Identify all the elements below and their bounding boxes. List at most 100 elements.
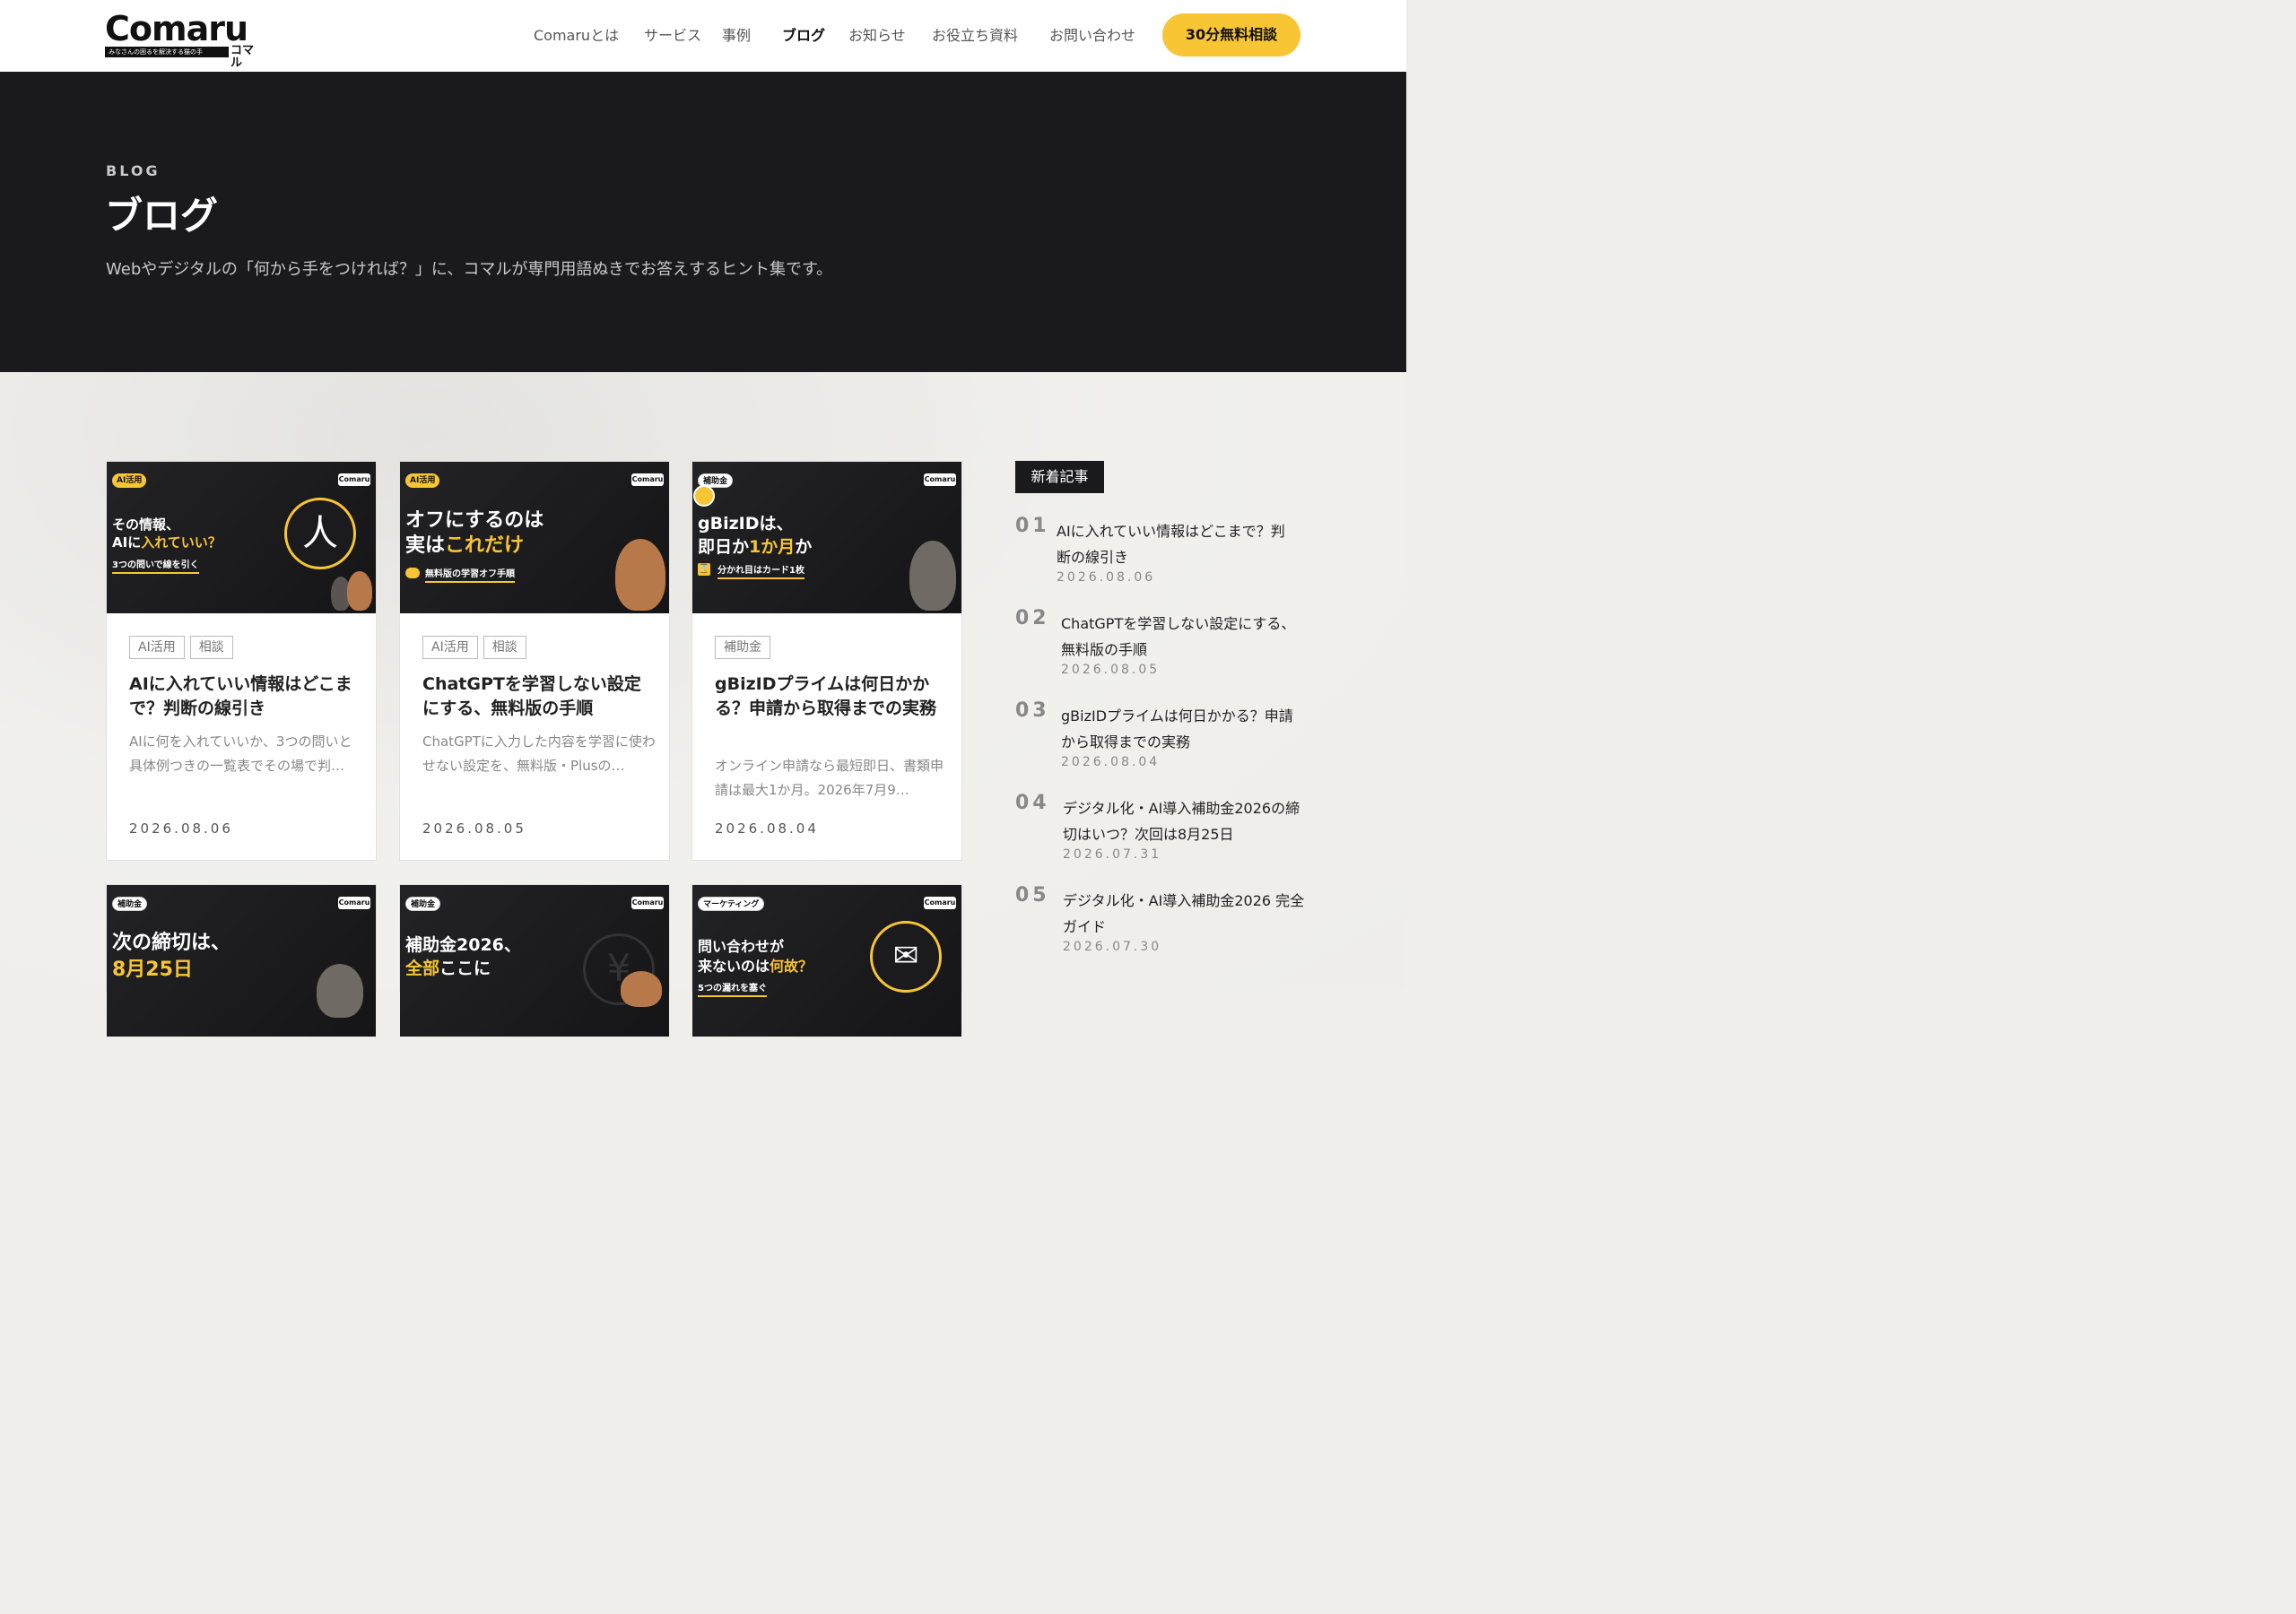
cat-illustration (621, 971, 662, 1007)
recent-post-date: 2026.08.04 (1061, 755, 1161, 769)
recent-post-number: 04 (1015, 792, 1050, 814)
post-card[interactable]: 補助金 Comaru 次の締切は、 8月25日 (106, 884, 377, 1037)
post-thumbnail[interactable]: 補助金 Comaru 次の締切は、 8月25日 (107, 885, 376, 1037)
thumb-category-badge: AI活用 (112, 473, 147, 488)
thumb-logo: Comaru (338, 897, 370, 909)
thumb-line-1: gBizIDは、 (698, 514, 794, 534)
post-tag[interactable]: 相談 (189, 636, 233, 659)
thumb-line-2a: 来ないのは (698, 958, 770, 975)
post-tag[interactable]: AI活用 (422, 636, 478, 659)
recent-post-date: 2026.08.06 (1057, 570, 1156, 585)
toggle-icon (405, 568, 420, 578)
recent-post-number: 01 (1015, 515, 1050, 537)
thumb-headline: オフにするのは 実はこれだけ (405, 508, 544, 559)
thumb-headline: 次の締切は、 8月25日 (112, 930, 230, 984)
thumb-subtitle: 分かれ目はカード1枚 (718, 562, 804, 579)
logo-kana: コマル (230, 44, 255, 70)
sidebar-heading: 新着記事 (1015, 461, 1104, 493)
thumb-headline: その情報、 AIに入れていい？ (112, 516, 222, 551)
recent-post-number: 05 (1015, 884, 1050, 907)
recent-post-item[interactable]: 05 デジタル化・AI導入補助金2026 完全ガイド 2026.07.30 (1015, 884, 1305, 965)
mail-icon: ✉ (870, 921, 942, 993)
recent-post-number: 03 (1015, 699, 1050, 722)
free-consultation-button[interactable]: 30分無料相談 (1162, 13, 1300, 56)
recent-post-item[interactable]: 02 ChatGPTを学習しない設定にする、無料版の手順 2026.08.05 (1015, 607, 1302, 688)
thumb-headline: 問い合わせが 来ないのは何故？ (698, 937, 813, 976)
thumb-line-2a: 即日か (698, 537, 750, 557)
post-card[interactable]: AI活用 Comaru オフにするのは 実はこれだけ 無料版の学習オフ手順 AI… (399, 461, 670, 861)
thumb-category-badge: AI活用 (405, 473, 440, 488)
post-tag[interactable]: 相談 (483, 636, 526, 659)
cat-illustration (615, 539, 665, 611)
thumb-line-1: その情報、 (112, 516, 180, 533)
nav-item-about[interactable]: Comaruとは (534, 25, 619, 47)
post-title[interactable]: ChatGPTを学習しない設定にする、無料版の手順 (422, 672, 656, 721)
recent-post-number: 02 (1015, 607, 1050, 629)
recent-post-item[interactable]: 03 gBizIDプライムは何日かかる？申請から取得までの実務 2026.08.… (1015, 699, 1302, 780)
thumb-line-1: 問い合わせが (698, 938, 785, 955)
thumb-headline: gBizIDは、 即日か1か月か (698, 512, 812, 559)
post-thumbnail[interactable]: 補助金 Comaru 補助金2026、 全部ここに ¥ (400, 885, 669, 1037)
thumb-line-2b: 入れていい？ (141, 534, 222, 551)
nav-item-cases[interactable]: 事例 (722, 25, 751, 47)
nav-item-contact[interactable]: お問い合わせ (1049, 25, 1135, 47)
thumb-subtitle: 3つの問いで線を引く (112, 557, 199, 574)
post-tags: AI活用 相談 (129, 636, 239, 659)
post-thumbnail[interactable]: マーケティング Comaru 問い合わせが 来ないのは何故？ 5つの漏れを塞ぐ … (692, 885, 961, 1037)
yellow-dot-icon (693, 485, 715, 507)
nav-item-news[interactable]: お知らせ (848, 25, 906, 47)
nav-item-service[interactable]: サービス (644, 25, 701, 47)
thumb-category-badge: マーケティング (698, 897, 765, 911)
post-excerpt: ChatGPTに入力した内容を学習に使わせない設定を、無料版・Plusの… (422, 733, 656, 774)
hourglass-icon: ⌛ (698, 563, 710, 576)
logo-tagline: みなさんの困るを解決する猫の手 (105, 47, 229, 57)
thumb-line-2b: 全部 (405, 959, 440, 978)
recent-post-item[interactable]: 01 AIに入れていい情報はどこまで？判断の線引き 2026.08.06 (1015, 515, 1302, 595)
page-title: ブログ (105, 194, 219, 238)
recent-post-item[interactable]: 04 デジタル化・AI導入補助金2026の締切はいつ？次回は8月25日 2026… (1015, 792, 1302, 872)
post-tag[interactable]: AI活用 (129, 636, 185, 659)
hero-description: Webやデジタルの「何から手をつければ？」に、コマルが専門用語ぬきでお答えするヒ… (106, 260, 833, 279)
post-date: 2026.08.06 (129, 820, 233, 837)
thumb-line-2a: 実は (405, 534, 446, 557)
post-date: 2026.08.04 (715, 820, 819, 837)
recent-post-title[interactable]: デジタル化・AI導入補助金2026 完全ガイド (1063, 888, 1305, 940)
post-thumbnail[interactable]: 補助金 Comaru gBizIDは、 即日か1か月か ⌛ 分かれ目はカード1枚 (692, 462, 961, 613)
nav-item-resources[interactable]: お役立ち資料 (932, 25, 1018, 47)
thumb-subtitle: 無料版の学習オフ手順 (425, 566, 515, 583)
post-card[interactable]: 補助金 Comaru gBizIDは、 即日か1か月か ⌛ 分かれ目はカード1枚… (691, 461, 962, 861)
thumb-logo: Comaru (631, 897, 664, 909)
post-thumbnail[interactable]: AI活用 Comaru その情報、 AIに入れていい？ 3つの問いで線を引く 人 (107, 462, 376, 613)
recent-post-title[interactable]: ChatGPTを学習しない設定にする、無料版の手順 (1061, 611, 1303, 663)
thumb-line-2b: 1か月 (749, 537, 796, 557)
thumb-line-1: オフにするのは (405, 509, 544, 532)
post-title[interactable]: AIに入れていい情報はどこまで？判断の線引き (129, 672, 362, 721)
cat-illustration (317, 964, 363, 1018)
page-hero: BLOG ブログ Webやデジタルの「何から手をつければ？」に、コマルが専門用語… (0, 72, 1406, 372)
recent-post-date: 2026.07.31 (1063, 847, 1162, 862)
post-title[interactable]: gBizIDプライムは何日かかる？申請から取得までの実務 (715, 672, 948, 721)
post-excerpt: オンライン申請なら最短即日、書類申請は最大1か月。2026年7月9… (715, 758, 944, 798)
recent-post-date: 2026.08.05 (1061, 663, 1161, 677)
post-excerpt: AIに何を入れていいか、3つの問いと具体例つきの一覧表でその場で判… (129, 733, 352, 774)
thumb-subtitle: 5つの漏れを塞ぐ (698, 980, 767, 997)
cat-illustration (909, 541, 956, 611)
thumb-logo: Comaru (338, 473, 370, 486)
post-tags: 補助金 (715, 636, 776, 659)
thumb-line-1: 次の締切は、 (112, 932, 231, 954)
post-card[interactable]: AI活用 Comaru その情報、 AIに入れていい？ 3つの問いで線を引く 人… (106, 461, 377, 861)
recent-post-title[interactable]: AIに入れていい情報はどこまで？判断の線引き (1057, 518, 1299, 570)
post-thumbnail[interactable]: AI活用 Comaru オフにするのは 実はこれだけ 無料版の学習オフ手順 (400, 462, 669, 613)
thumb-category-badge: 補助金 (405, 897, 441, 911)
recent-post-title[interactable]: gBizIDプライムは何日かかる？申請から取得までの実務 (1061, 703, 1303, 755)
thumb-headline: 補助金2026、 全部ここに (405, 933, 521, 980)
thumb-line-1: 補助金2026、 (405, 935, 521, 955)
thumb-logo: Comaru (924, 897, 956, 909)
post-card[interactable]: マーケティング Comaru 問い合わせが 来ないのは何故？ 5つの漏れを塞ぐ … (691, 884, 962, 1037)
thumb-line-2c: ここに (439, 959, 491, 978)
nav-item-blog[interactable]: ブログ (782, 25, 825, 47)
post-card[interactable]: 補助金 Comaru 補助金2026、 全部ここに ¥ (399, 884, 670, 1037)
post-tag[interactable]: 補助金 (715, 636, 770, 659)
thumb-line-2b: 8月25日 (112, 959, 193, 981)
recent-post-title[interactable]: デジタル化・AI導入補助金2026の締切はいつ？次回は8月25日 (1063, 795, 1305, 847)
